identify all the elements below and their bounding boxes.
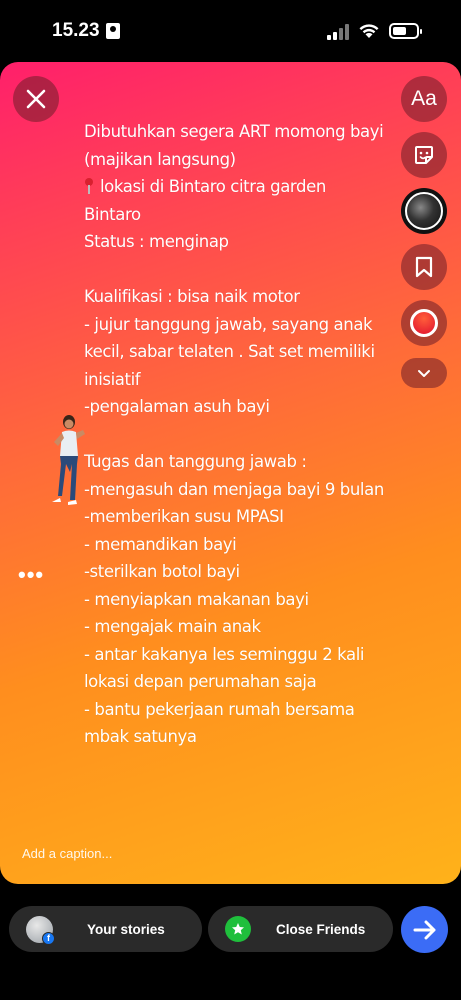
cellular-signal-icon bbox=[327, 24, 351, 40]
contact-card-icon bbox=[106, 23, 120, 39]
close-button[interactable] bbox=[13, 76, 59, 122]
close-icon bbox=[26, 89, 46, 109]
story-line: -sterilkan botol bayi bbox=[84, 562, 240, 581]
sticker-tool-button[interactable] bbox=[401, 132, 447, 178]
story-line: Bintaro bbox=[84, 204, 141, 224]
status-time: 15.23 bbox=[52, 20, 100, 41]
story-line: inisiatif bbox=[84, 369, 141, 389]
story-line bbox=[84, 421, 384, 449]
story-line: -mengasuh dan menjaga bayi 9 bulan bbox=[84, 479, 384, 499]
color-picker-button[interactable] bbox=[401, 300, 447, 346]
more-options-icon[interactable]: ••• bbox=[18, 562, 44, 588]
story-line: - memandikan bayi bbox=[84, 534, 237, 554]
your-stories-button[interactable]: f Your stories bbox=[9, 906, 202, 952]
story-canvas[interactable]: Aa Dibutuhkan segera ART momong bayi (ma… bbox=[0, 62, 461, 884]
location-text: lokasi di Bintaro citra garden bbox=[100, 177, 326, 196]
story-text-block[interactable]: Dibutuhkan segera ART momong bayi (majik… bbox=[84, 118, 384, 751]
story-line: - jujur tanggung jawab, sayang anak bbox=[84, 314, 373, 334]
close-friends-star-icon bbox=[225, 916, 251, 942]
save-button[interactable] bbox=[401, 244, 447, 290]
sticker-icon bbox=[415, 146, 433, 164]
battery-icon bbox=[389, 23, 422, 39]
story-line: -memberikan susu MPASI bbox=[84, 507, 284, 526]
send-button[interactable] bbox=[401, 906, 448, 953]
caption-input[interactable]: Add a caption... bbox=[22, 846, 112, 861]
story-line: Tugas dan tanggung jawab : bbox=[84, 452, 307, 471]
your-stories-label: Your stories bbox=[87, 921, 165, 937]
close-friends-label: Close Friends bbox=[276, 921, 366, 937]
wifi-icon bbox=[359, 24, 379, 38]
status-bar: 15.23 bbox=[0, 0, 461, 62]
story-line: Kualifikasi : bisa naik motor bbox=[84, 287, 300, 306]
bookmark-icon bbox=[415, 256, 433, 278]
close-friends-button[interactable]: Close Friends bbox=[208, 906, 393, 952]
pushpin-icon bbox=[84, 178, 94, 194]
story-line: - mengajak main anak bbox=[84, 617, 261, 636]
story-line: kecil, sabar telaten . Sat set memiliki bbox=[84, 342, 375, 361]
arrow-right-icon bbox=[413, 920, 435, 939]
story-line: (majikan langsung) bbox=[84, 149, 236, 169]
text-tool-label: Aa bbox=[411, 87, 437, 110]
story-line: - bantu pekerjaan rumah bersama bbox=[84, 699, 355, 719]
facebook-icon: f bbox=[42, 932, 55, 945]
story-line: - menyiapkan makanan bayi bbox=[84, 589, 309, 609]
story-line: lokasi depan perumahan saja bbox=[84, 672, 317, 691]
story-line-location: lokasi di Bintaro citra garden bbox=[84, 173, 384, 201]
story-line: mbak satunya bbox=[84, 727, 197, 746]
avatar-effect-button[interactable] bbox=[401, 188, 447, 234]
story-line: -pengalaman asuh bayi bbox=[84, 397, 270, 416]
more-tools-button[interactable] bbox=[401, 358, 447, 388]
avatar-icon bbox=[405, 192, 443, 230]
story-line: Dibutuhkan segera ART momong bayi bbox=[84, 122, 384, 141]
story-line: Status : menginap bbox=[84, 232, 229, 251]
text-tool-button[interactable]: Aa bbox=[401, 76, 447, 122]
story-line bbox=[84, 256, 384, 284]
story-line: - antar kakanya les seminggu 2 kali bbox=[84, 644, 365, 664]
person-sticker[interactable] bbox=[50, 412, 90, 512]
color-swatch-icon bbox=[410, 309, 438, 337]
chevron-down-icon bbox=[418, 369, 430, 377]
